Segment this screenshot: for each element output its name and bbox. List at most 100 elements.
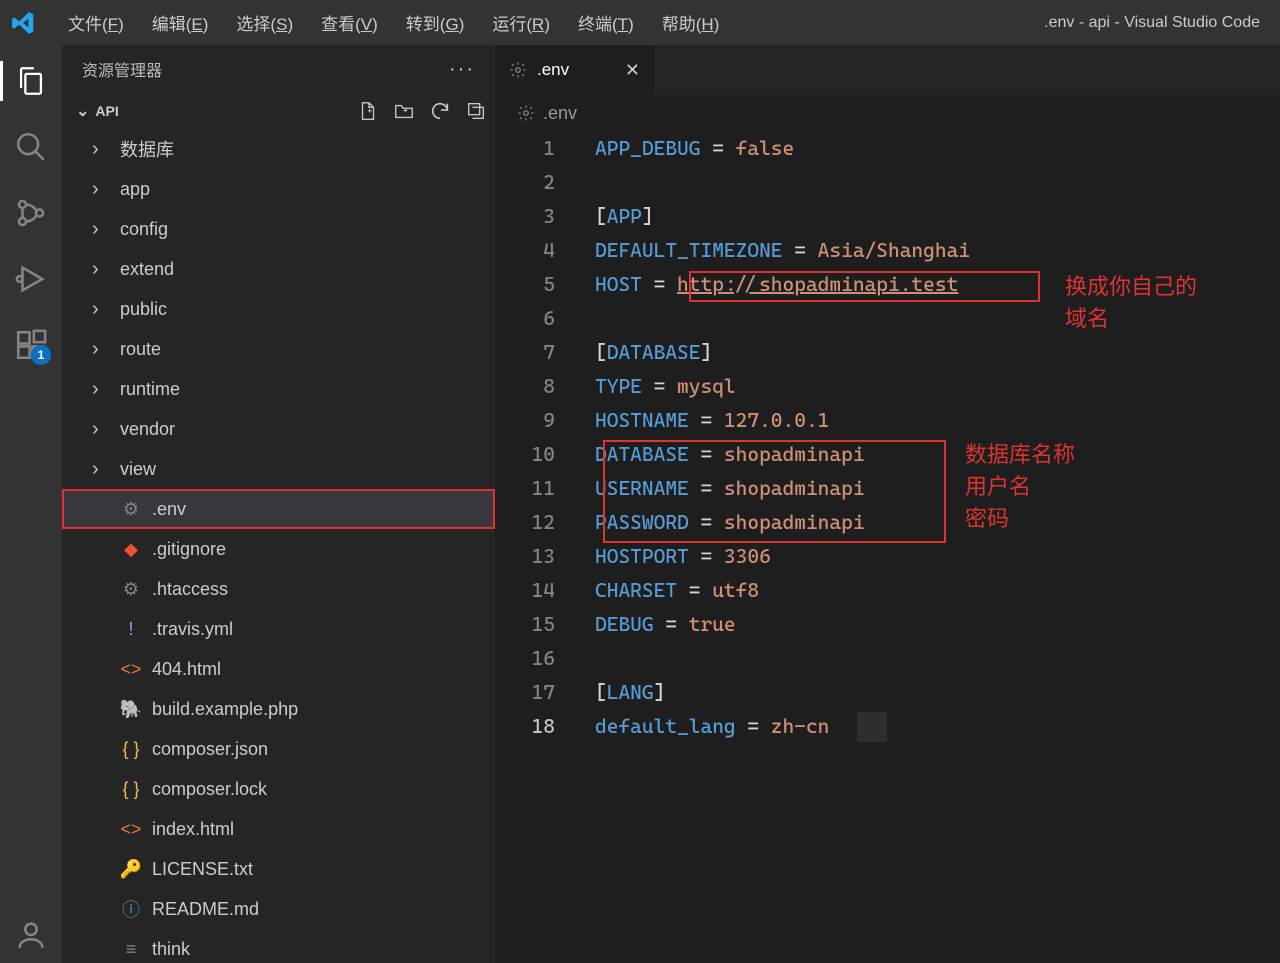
extensions-icon[interactable]: 1 [13, 327, 49, 363]
gear-icon [517, 104, 535, 122]
file-label: .gitignore [152, 539, 226, 560]
code-content[interactable]: APP_DEBUG = false [APP]DEFAULT_TIMEZONE … [595, 131, 970, 743]
folder-view[interactable]: › view [62, 449, 495, 489]
file-README-md[interactable]: ⓘREADME.md [62, 889, 495, 929]
menu-run[interactable]: 运行(R) [478, 2, 564, 43]
annotation-db: 数据库名称 用户名 密码 [965, 439, 1075, 535]
file-index-html[interactable]: <> index.html [62, 809, 495, 849]
code-icon: <> [120, 659, 142, 680]
file-label: build.example.php [152, 699, 298, 720]
sidebar-more-icon[interactable]: ··· [449, 58, 475, 81]
file-label: index.html [152, 819, 234, 840]
menu-view[interactable]: 查看(V) [307, 2, 392, 43]
file--travis-yml[interactable]: ! .travis.yml [62, 609, 495, 649]
chevron-right-icon: › [92, 298, 114, 321]
folder-extend[interactable]: › extend [62, 249, 495, 289]
file-label: LICENSE.txt [152, 859, 253, 880]
file-404-html[interactable]: <> 404.html [62, 649, 495, 689]
window-title: .env - api - Visual Studio Code [1044, 14, 1260, 32]
code-icon: <> [120, 819, 142, 840]
file--htaccess[interactable]: ⚙ .htaccess [62, 569, 495, 609]
gear-icon: ⚙ [120, 579, 142, 600]
folder-vendor[interactable]: › vendor [62, 409, 495, 449]
menu-edit[interactable]: 编辑(E) [138, 2, 223, 43]
account-icon[interactable] [13, 917, 49, 953]
section-header[interactable]: ⌄ API [62, 93, 495, 129]
braces-icon: { } [120, 779, 142, 800]
vscode-logo-icon [10, 10, 36, 36]
line-numbers: 123456789101112131415161718 [495, 131, 575, 743]
folder-label: view [120, 459, 156, 480]
chevron-right-icon: › [92, 378, 114, 401]
code-area[interactable]: 123456789101112131415161718 APP_DEBUG = … [495, 131, 1280, 963]
folder-config[interactable]: › config [62, 209, 495, 249]
tab-env[interactable]: .env ✕ [495, 45, 655, 95]
excl-icon: ! [120, 619, 142, 640]
explorer-sidebar: 资源管理器 ··· ⌄ API ›数据库›app›config›extend›p… [62, 45, 495, 963]
chevron-right-icon: › [92, 258, 114, 281]
search-icon[interactable] [13, 129, 49, 165]
refresh-icon[interactable] [429, 100, 451, 122]
file-composer-json[interactable]: { }composer.json [62, 729, 495, 769]
scm-icon[interactable] [13, 195, 49, 231]
extensions-badge: 1 [31, 345, 51, 365]
folder-runtime[interactable]: ›runtime [62, 369, 495, 409]
file--env[interactable]: ⚙ .env [62, 489, 495, 529]
annotation-host: 换成你自己的 域名 [1065, 271, 1197, 335]
menu-file[interactable]: 文件(F) [54, 2, 138, 43]
folder-label: extend [120, 259, 174, 280]
debug-icon[interactable] [13, 261, 49, 297]
file-label: composer.lock [152, 779, 267, 800]
file-think[interactable]: ≡think [62, 929, 495, 963]
file-LICENSE-txt[interactable]: 🔑LICENSE.txt [62, 849, 495, 889]
file--gitignore[interactable]: ◆ .gitignore [62, 529, 495, 569]
file-tree[interactable]: ›数据库›app›config›extend›public›route›runt… [62, 129, 495, 963]
file-label: .htaccess [152, 579, 228, 600]
file-build-example-php[interactable]: 🐘 build.example.php [62, 689, 495, 729]
editor-area: .env ✕ .env 123456789101112131415161718 … [495, 45, 1280, 963]
chevron-down-icon: ⌄ [76, 101, 89, 121]
new-file-icon[interactable] [357, 100, 379, 122]
file-label: composer.json [152, 739, 268, 760]
git-icon: ◆ [120, 539, 142, 560]
sidebar-title: 资源管理器 [82, 57, 162, 81]
file-label: README.md [152, 899, 259, 920]
breadcrumb[interactable]: .env [495, 95, 1280, 131]
file-label: 404.html [152, 659, 221, 680]
folder-label: public [120, 299, 167, 320]
section-actions [357, 100, 487, 122]
file-label: think [152, 939, 190, 960]
folder-label: route [120, 339, 161, 360]
menu-bar: 文件(F) 编辑(E) 选择(S) 查看(V) 转到(G) 运行(R) 终端(T… [54, 2, 733, 43]
new-folder-icon[interactable] [393, 100, 415, 122]
chevron-right-icon: › [92, 138, 114, 161]
chevron-right-icon: › [92, 338, 114, 361]
menu-select[interactable]: 选择(S) [222, 2, 307, 43]
file-composer-lock[interactable]: { } composer.lock [62, 769, 495, 809]
breadcrumb-label: .env [543, 103, 577, 124]
menu-terminal[interactable]: 终端(T) [564, 2, 648, 43]
file-label: .travis.yml [152, 619, 233, 640]
titlebar: 文件(F) 编辑(E) 选择(S) 查看(V) 转到(G) 运行(R) 终端(T… [0, 0, 1280, 45]
folder-route[interactable]: › route [62, 329, 495, 369]
gear-icon [509, 61, 527, 79]
close-icon[interactable]: ✕ [625, 60, 640, 81]
folder-label: config [120, 219, 168, 240]
menu-help[interactable]: 帮助(H) [648, 2, 734, 43]
folder-label: vendor [120, 419, 175, 440]
folder-public[interactable]: › public [62, 289, 495, 329]
folder-label: 数据库 [120, 136, 174, 162]
menu-go[interactable]: 转到(G) [392, 2, 479, 43]
gear-icon: ⚙ [120, 499, 142, 520]
chevron-right-icon: › [92, 458, 114, 481]
folder-label: app [120, 179, 150, 200]
chevron-right-icon: › [92, 418, 114, 441]
php-icon: 🐘 [120, 699, 142, 720]
folder-app[interactable]: ›app [62, 169, 495, 209]
folder-数据库[interactable]: › 数据库 [62, 129, 495, 169]
explorer-icon[interactable] [13, 63, 49, 99]
chevron-right-icon: › [92, 218, 114, 241]
collapse-icon[interactable] [465, 100, 487, 122]
file-label: .env [152, 499, 186, 520]
editor-tabs: .env ✕ [495, 45, 1280, 95]
